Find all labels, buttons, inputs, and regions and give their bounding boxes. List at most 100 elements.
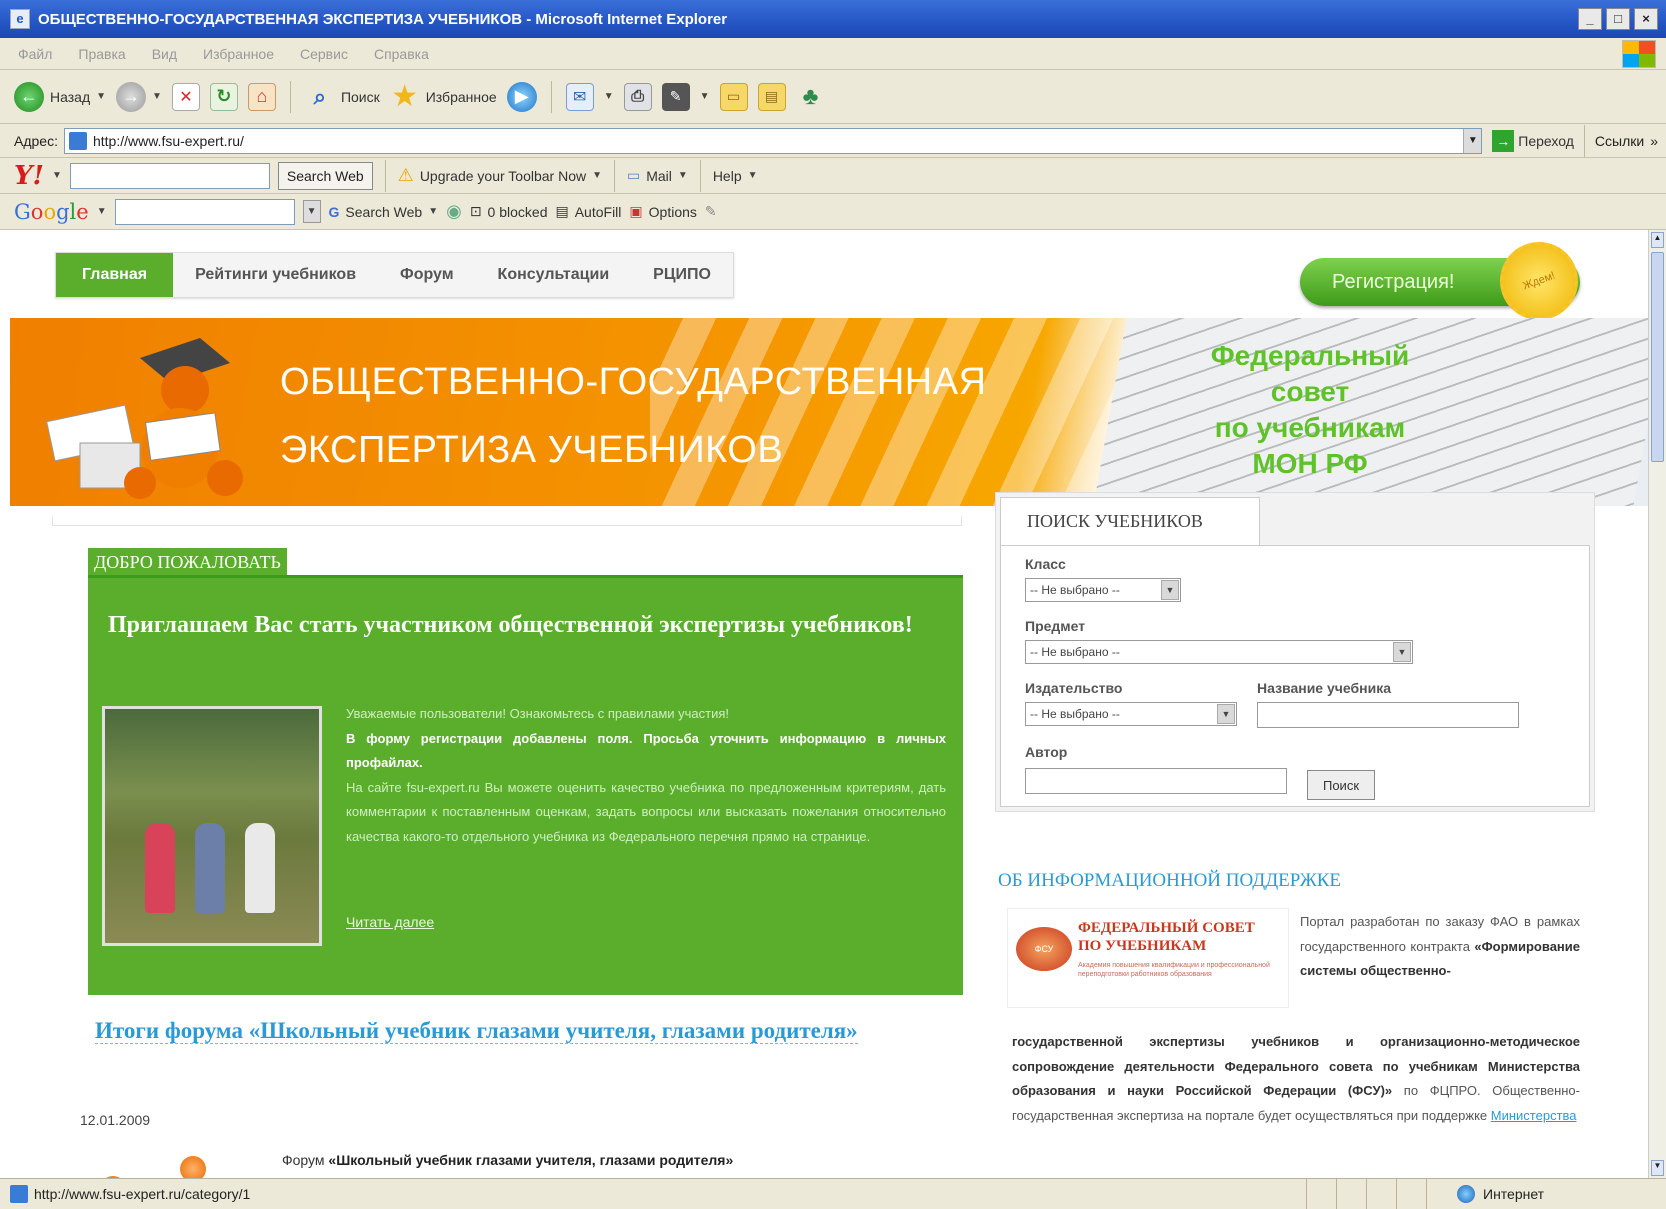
read-more-link[interactable]: Читать далее [346,914,434,930]
chevron-down-icon[interactable]: ▼ [52,170,62,181]
chevron-down-icon[interactable]: ▼ [1463,128,1482,153]
google-logo[interactable]: Google [14,200,89,224]
toolbar-separator [289,80,291,113]
subject-select[interactable]: -- Не выбрано -- ▼ [1025,640,1413,664]
welcome-p2: В форму регистрации добавлены поля. Прос… [346,730,946,771]
chevron-down-icon[interactable]: ▼ [152,91,162,102]
chevron-down-icon[interactable]: ▼ [97,206,107,217]
nav-consultations[interactable]: Консультации [476,253,632,297]
back-button[interactable]: ← Назад ▼ [14,81,106,112]
options-button[interactable]: ▣ Options [629,203,696,220]
address-input[interactable]: http://www.fsu-expert.ru/ ▼ [63,127,1483,154]
welcome-text: Уважаемые пользователи! Ознакомьтесь с п… [346,702,946,849]
menu-edit[interactable]: Правка [78,46,125,62]
refresh-icon[interactable]: ↻ [209,82,238,111]
maximize-button[interactable]: □ [1606,8,1630,30]
chevron-down-icon: ▼ [747,170,758,181]
chevron-down-icon[interactable]: ▼ [604,91,614,102]
author-input[interactable] [1025,768,1287,794]
nav-ratings[interactable]: Рейтинги учебников [173,253,378,297]
ministry-link[interactable]: Министерства [1491,1108,1577,1123]
yahoo-search-input[interactable] [69,162,270,189]
menu-favorites[interactable]: Избранное [203,46,274,62]
content-divider [52,516,962,526]
menu-tools[interactable]: Сервис [300,46,348,62]
stop-icon[interactable]: ✕ [171,82,200,111]
info-text-top: Портал разработан по заказу ФАО в рамках… [1300,910,1580,984]
nav-forum[interactable]: Форум [378,253,476,297]
minimize-button[interactable]: _ [1578,8,1602,30]
nav-rcipo[interactable]: РЦИПО [631,253,733,297]
close-button[interactable]: × [1634,8,1658,30]
research-icon[interactable]: ▤ [757,82,786,111]
links-more-icon[interactable]: » [1650,133,1658,149]
subject-select-value: -- Не выбрано -- [1030,645,1120,659]
chevron-down-icon[interactable]: ▼ [700,91,710,102]
edit-icon[interactable]: ✎ [661,82,690,111]
search-button[interactable]: ⌕ Поиск [305,82,380,112]
menu-file[interactable]: Файл [18,46,52,62]
links-button[interactable]: Ссылки [1595,133,1644,149]
mail-icon[interactable]: ✉ [565,82,594,111]
scroll-up-icon[interactable]: ▲ [1651,232,1664,248]
banner-fsu-line4: МОН РФ [1252,448,1368,479]
popup-blocker-button[interactable]: ⊡ 0 blocked [470,203,548,220]
go-arrow-icon: → [1492,129,1515,152]
news-title[interactable]: Итоги форума «Школьный учебник глазами у… [95,1010,915,1052]
upgrade-toolbar-button[interactable]: ⚠ Upgrade your Toolbar Now ▼ [398,165,602,186]
menu-bar: Файл Правка Вид Избранное Сервис Справка [0,38,1666,70]
status-cell [1396,1179,1426,1209]
yahoo-logo[interactable]: Y! [14,161,44,191]
news-date: 12.01.2009 [80,1112,151,1128]
highlighter-icon[interactable]: ✎ [705,203,717,220]
vertical-scrollbar[interactable]: ▲ ▼ [1648,230,1666,1178]
messenger-icon[interactable]: ♣ [796,82,826,112]
globe-icon [1457,1185,1475,1203]
yahoo-mail-button[interactable]: ▭ Mail ▼ [627,167,688,184]
nav-home[interactable]: Главная [56,253,174,297]
page-icon [68,131,87,150]
windows-logo-icon [1622,40,1656,68]
yahoo-help-button[interactable]: Help ▼ [713,168,758,184]
textbook-title-input[interactable] [1257,702,1519,728]
google-search-button[interactable]: G Search Web ▼ [329,204,439,220]
autofill-button[interactable]: ▤ AutoFill [555,203,621,220]
popup-blocked-label: 0 blocked [487,203,548,220]
welcome-p3: На сайте fsu-expert.ru Вы можете оценить… [346,779,946,844]
pagerank-icon[interactable]: ◉ [446,201,462,222]
media-icon[interactable]: ▶ [506,81,537,112]
window-controls: _ □ × [1578,8,1658,30]
mail-icon: ▭ [627,167,641,183]
google-search-input[interactable] [114,198,295,225]
standard-toolbar: ← Назад ▼ → ▼ ✕ ↻ ⌂ ⌕ Поиск ★ Избранное … [0,70,1666,124]
scroll-down-icon[interactable]: ▼ [1651,1160,1664,1176]
ie-app-icon[interactable]: e [10,9,30,29]
search-submit-button[interactable]: Поиск [1307,770,1375,800]
chevron-down-icon[interactable]: ▼ [302,200,321,223]
toolbar-separator [1583,124,1585,157]
favorites-button[interactable]: ★ Избранное [390,80,496,113]
class-select[interactable]: -- Не выбрано -- ▼ [1025,578,1181,602]
news-title-text[interactable]: Итоги форума «Школьный учебник глазами у… [95,1018,858,1044]
toolbar-separator [614,159,615,192]
author-label: Автор [1025,744,1068,760]
menu-view[interactable]: Вид [152,46,177,62]
fsu-logo[interactable]: ФСУ ФЕДЕРАЛЬНЫЙ СОВЕТ ПО УЧЕБНИКАМ Акаде… [1007,908,1289,1008]
security-zone[interactable]: Интернет [1426,1179,1666,1209]
go-button[interactable]: → Переход [1492,129,1574,152]
fsu-logo-line1: ФЕДЕРАЛЬНЫЙ СОВЕТ [1078,920,1255,936]
yahoo-search-button[interactable]: Search Web [277,161,373,190]
page-icon [10,1185,28,1203]
folder-icon[interactable]: ▭ [719,82,748,111]
forward-button[interactable]: → ▼ [116,81,162,112]
options-icon: ▣ [629,203,643,219]
search-panel-tab[interactable]: ПОИСК УЧЕБНИКОВ [1000,497,1260,545]
home-icon[interactable]: ⌂ [247,82,276,111]
publisher-select[interactable]: -- Не выбрано -- ▼ [1025,702,1237,726]
chevron-down-icon[interactable]: ▼ [96,91,106,102]
address-url[interactable]: http://www.fsu-expert.ru/ [93,133,244,149]
menu-help[interactable]: Справка [374,46,429,62]
publisher-select-value: -- Не выбрано -- [1030,707,1120,721]
print-icon[interactable]: ⎙ [623,82,652,111]
scrollbar-thumb[interactable] [1651,252,1664,462]
